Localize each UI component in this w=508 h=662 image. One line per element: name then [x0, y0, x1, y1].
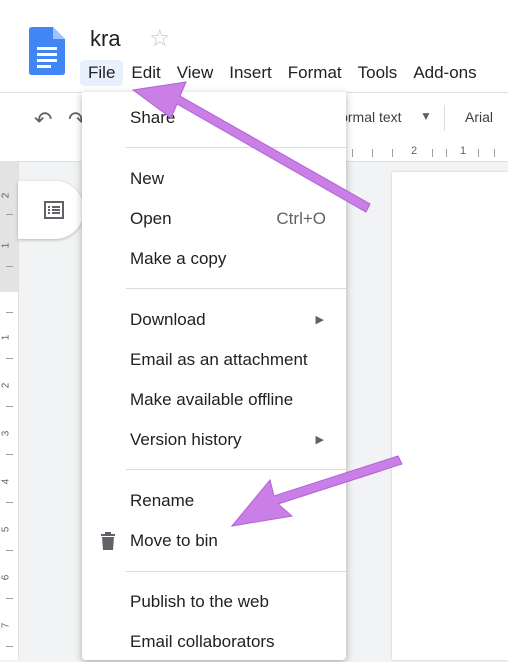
- menu-item-download[interactable]: Download ▶: [82, 300, 346, 340]
- ruler-number: 2: [411, 145, 418, 157]
- menu-item-version-history[interactable]: Version history ▶: [82, 420, 346, 460]
- ruler-number: 6: [0, 574, 12, 581]
- menu-divider: [126, 288, 346, 289]
- app-header: kra ☆ File Edit View Insert Format Tools…: [0, 0, 508, 92]
- menu-item-label: Email as an attachment: [130, 350, 308, 369]
- document-outline-button[interactable]: [18, 181, 84, 239]
- submenu-arrow-icon: ▶: [315, 434, 324, 446]
- ruler-number: 3: [0, 430, 12, 437]
- ruler-number: 7: [0, 622, 12, 629]
- undo-icon[interactable]: ↶: [34, 107, 52, 133]
- submenu-arrow-icon: ▶: [315, 314, 324, 326]
- menu-item-label: Move to bin: [130, 531, 218, 550]
- menu-item-make-copy[interactable]: Make a copy: [82, 239, 346, 279]
- menu-edit[interactable]: Edit: [123, 60, 168, 86]
- menu-item-label: Publish to the web: [130, 592, 269, 611]
- menu-file[interactable]: File: [80, 60, 124, 86]
- menu-item-label: Download: [130, 310, 206, 329]
- menu-item-label: Make a copy: [130, 249, 227, 268]
- menu-item-label: Make available offline: [130, 390, 294, 409]
- menu-item-new[interactable]: New ▶: [82, 159, 346, 199]
- vertical-ruler: 2 1 1 2 3 4 5 6 7: [0, 162, 19, 660]
- ruler-margin: [0, 162, 18, 292]
- menu-item-offline[interactable]: Make available offline: [82, 380, 346, 420]
- menu-bar: File Edit View Insert Format Tools Add-o…: [80, 60, 485, 86]
- docs-logo-icon[interactable]: [29, 27, 65, 75]
- caret-down-icon[interactable]: ▼: [420, 109, 432, 123]
- menu-item-move-to-bin[interactable]: Move to bin: [82, 521, 346, 561]
- menu-item-rename[interactable]: Rename: [82, 481, 346, 521]
- menu-item-label: Rename: [130, 491, 195, 510]
- menu-item-shortcut: Ctrl+O: [276, 209, 326, 228]
- menu-divider: [126, 469, 346, 470]
- ruler-number: 1: [0, 334, 12, 341]
- file-menu-dropdown: Share New ▶ Open Ctrl+O Make a copy Down…: [82, 92, 346, 660]
- menu-divider: [126, 571, 346, 572]
- ruler-number: 5: [0, 526, 12, 533]
- menu-item-label: Open: [130, 209, 172, 228]
- menu-format[interactable]: Format: [280, 60, 350, 86]
- star-icon[interactable]: ☆: [149, 24, 171, 53]
- trash-icon: [101, 532, 115, 550]
- menu-item-share[interactable]: Share: [82, 98, 346, 138]
- document-page[interactable]: [392, 172, 508, 660]
- ruler-number: 2: [0, 192, 12, 199]
- menu-item-open[interactable]: Open Ctrl+O: [82, 199, 346, 239]
- ruler-number: 1: [460, 145, 467, 157]
- outline-icon: [44, 201, 64, 219]
- menu-item-label: Share: [130, 108, 176, 127]
- menu-item-publish[interactable]: Publish to the web: [82, 582, 346, 622]
- ruler-number: 2: [0, 382, 12, 389]
- menu-addons[interactable]: Add-ons: [405, 60, 484, 86]
- toolbar-divider: [444, 105, 445, 131]
- menu-insert[interactable]: Insert: [221, 60, 280, 86]
- menu-item-label: New: [130, 169, 165, 188]
- menu-tools[interactable]: Tools: [350, 60, 406, 86]
- menu-item-label: Email collaborators: [130, 632, 275, 651]
- ruler-number: 1: [0, 242, 12, 249]
- ruler-number: 4: [0, 478, 12, 485]
- submenu-arrow-icon: ▶: [315, 173, 324, 185]
- menu-item-email-collaborators[interactable]: Email collaborators: [82, 622, 346, 662]
- menu-item-label: Version history: [130, 430, 242, 449]
- font-select[interactable]: Arial: [465, 109, 493, 125]
- menu-item-email-attachment[interactable]: Email as an attachment: [82, 340, 346, 380]
- document-title[interactable]: kra: [90, 26, 121, 52]
- menu-view[interactable]: View: [169, 60, 222, 86]
- menu-divider: [126, 147, 346, 148]
